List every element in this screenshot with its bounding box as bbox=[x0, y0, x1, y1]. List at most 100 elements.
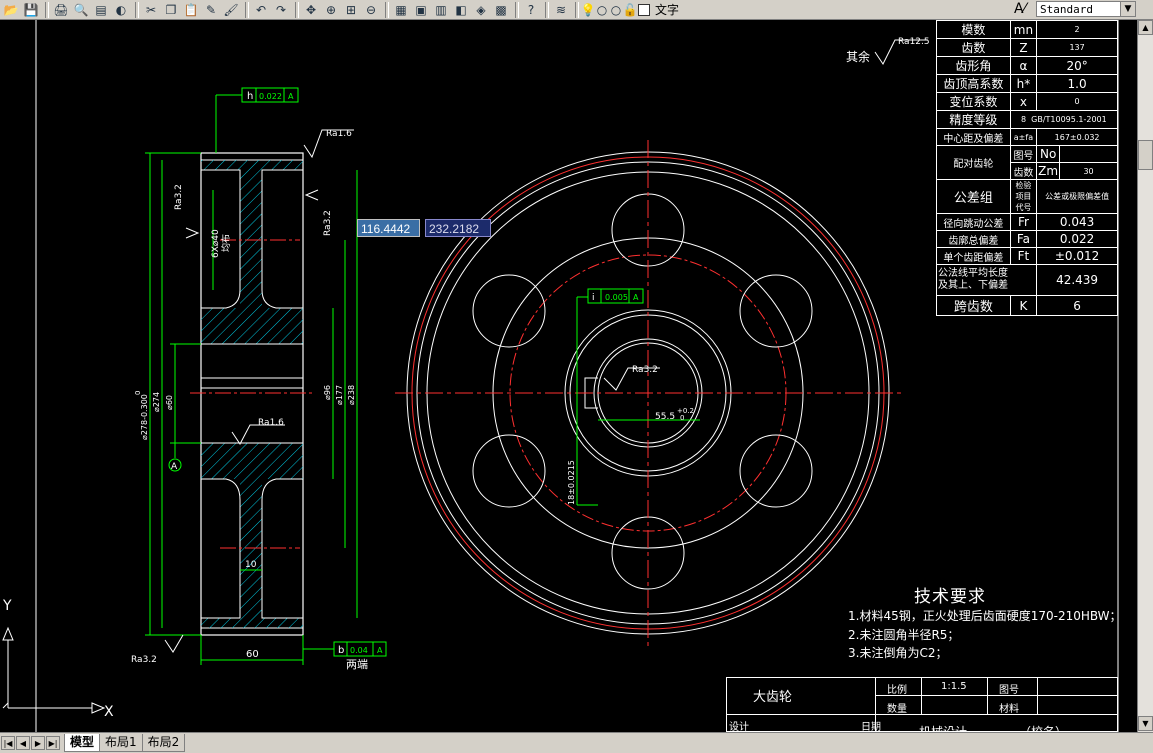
param-value: 6 bbox=[1036, 295, 1118, 316]
hatch-web-top bbox=[240, 170, 262, 308]
designcenter-icon[interactable]: ▣ bbox=[412, 1, 430, 18]
bulb-icon[interactable]: 💡 bbox=[581, 1, 596, 18]
properties-icon[interactable]: ▦ bbox=[392, 1, 410, 18]
dynamic-input-x[interactable]: 116.4442 bbox=[357, 219, 420, 237]
param-name: 径向跳动公差 bbox=[936, 213, 1011, 231]
plot-icon[interactable]: ◐ bbox=[112, 1, 130, 18]
text-style-icon[interactable]: A⁄ bbox=[1014, 1, 1026, 17]
param-symbol: Zm bbox=[1036, 162, 1061, 180]
calculator-icon[interactable]: ▩ bbox=[492, 1, 510, 18]
scroll-thumb[interactable] bbox=[1138, 140, 1153, 170]
part-name: 大齿轮 bbox=[753, 690, 793, 705]
gdt-i-symbol: i bbox=[592, 293, 595, 303]
markup-icon[interactable]: ◈ bbox=[472, 1, 490, 18]
scale-label: 比例 bbox=[887, 685, 907, 696]
rest-roughness-label: Ra12.5 bbox=[898, 37, 930, 47]
table-row: 精度等级 8 GB/T10095.1-2001 bbox=[936, 110, 1119, 129]
table-row: 中心距及偏差 a±fa 167±0.032 bbox=[936, 128, 1118, 146]
precision-standard: GB/T10095.1-2001 bbox=[1031, 115, 1107, 124]
pan-icon[interactable]: ✥ bbox=[302, 1, 320, 18]
sheetset-icon[interactable]: ◧ bbox=[452, 1, 470, 18]
table-row: 模数 mn 2 bbox=[936, 20, 1118, 39]
ucs-icon bbox=[2, 626, 106, 714]
toolbar-separator bbox=[385, 1, 389, 18]
scroll-up-icon[interactable]: ▲ bbox=[1138, 20, 1153, 35]
tb-divider bbox=[875, 695, 1117, 696]
param-value bbox=[1059, 145, 1118, 163]
print-icon[interactable]: 🖨 bbox=[52, 1, 70, 18]
scroll-down-icon[interactable]: ▼ bbox=[1138, 716, 1153, 731]
param-value: 0 bbox=[1036, 92, 1118, 111]
vertical-scrollbar[interactable]: ▲ ▼ bbox=[1137, 20, 1153, 732]
help-icon[interactable]: ? bbox=[522, 1, 540, 18]
layer-name[interactable]: 文字 bbox=[655, 1, 679, 18]
publish-icon[interactable]: ▤ bbox=[92, 1, 110, 18]
save-icon[interactable]: 💾 bbox=[22, 1, 40, 18]
param-value: 公差或极限偏差值 bbox=[1036, 179, 1118, 214]
roughness-symbol bbox=[185, 227, 200, 239]
param-value: 30 bbox=[1059, 162, 1118, 180]
param-name: 单个齿距偏差 bbox=[936, 247, 1011, 265]
undo-icon[interactable]: ↶ bbox=[252, 1, 270, 18]
web-outline bbox=[261, 169, 303, 309]
brush-icon[interactable]: ✎ bbox=[202, 1, 220, 18]
copy-icon[interactable]: ❐ bbox=[162, 1, 180, 18]
sun-icon[interactable]: ○ bbox=[596, 1, 608, 18]
roughness-label: Ra1.6 bbox=[258, 418, 284, 428]
param-value: 1.0 bbox=[1036, 74, 1118, 93]
designer-label: 设计 bbox=[729, 722, 749, 733]
first-tab-icon[interactable]: |◀ bbox=[1, 736, 15, 750]
param-value: 2 bbox=[1036, 20, 1118, 39]
toolpalette-icon[interactable]: ▥ bbox=[432, 1, 450, 18]
dim-diameter-177: ⌀177 bbox=[335, 385, 344, 405]
table-row: 齿形角 α 20° bbox=[936, 56, 1118, 75]
zoom-window-icon[interactable]: ⊞ bbox=[342, 1, 360, 18]
gdt-i-ref: A bbox=[633, 293, 639, 302]
zoom-realtime-icon[interactable]: ⊕ bbox=[322, 1, 340, 18]
dynamic-input-y[interactable]: 232.2182 bbox=[425, 219, 491, 237]
table-row: 径向跳动公差 Fr 0.043 bbox=[936, 213, 1118, 231]
next-tab-icon[interactable]: ▶ bbox=[31, 736, 45, 750]
param-value: 167±0.032 bbox=[1036, 128, 1118, 146]
tb-divider bbox=[1037, 678, 1038, 714]
match-icon[interactable]: 🖌 bbox=[222, 1, 240, 18]
open-icon[interactable]: 📂 bbox=[2, 1, 20, 18]
layer-color-swatch[interactable] bbox=[638, 3, 650, 16]
tab-layout1[interactable]: 布局1 bbox=[99, 734, 143, 752]
tab-layout2[interactable]: 布局2 bbox=[141, 734, 186, 752]
dim-diameter-274: ⌀274 bbox=[152, 392, 161, 412]
dim-diameter-278-tol: 0 bbox=[134, 391, 142, 395]
toolbar-separator bbox=[135, 1, 139, 18]
both-ends-label: 两端 bbox=[346, 658, 368, 671]
section-view: h 0.022 A b 0.04 A 两端 Ra1.6 Ra1.6 Ra3.2 … bbox=[131, 87, 387, 671]
last-tab-icon[interactable]: ▶| bbox=[46, 736, 60, 750]
front-view: i 0.005 A Ra3.2 55.5 +0.2 0 18±0.0215 bbox=[395, 140, 905, 650]
title-block: 大齿轮 比例 1:1.5 图号 数量 材料 设计 日期 机械设计 （校名） bbox=[726, 677, 1118, 739]
tb-divider bbox=[921, 678, 922, 714]
dim-60: 60 bbox=[246, 649, 259, 660]
material-label: 材料 bbox=[999, 704, 1019, 715]
holes-note: 6X⌀40 bbox=[211, 229, 221, 258]
paste-icon[interactable]: 📋 bbox=[182, 1, 200, 18]
param-name: 公差组 bbox=[936, 179, 1011, 214]
layer-icon[interactable]: ≋ bbox=[552, 1, 570, 18]
param-symbol: No bbox=[1036, 145, 1061, 163]
prev-tab-icon[interactable]: ◀ bbox=[16, 736, 30, 750]
param-name: 齿形角 bbox=[936, 56, 1011, 75]
param-sub-name: 齿数 bbox=[1009, 162, 1038, 180]
gdt-b-symbol: b bbox=[338, 645, 344, 656]
tab-model[interactable]: 模型 bbox=[64, 734, 101, 752]
param-name: 公法线平均长度 及其上、下偏差 bbox=[935, 264, 1038, 296]
gear-parameter-table: 模数 mn 2 齿数 Z 137 齿形角 α 20° 齿顶高系数 h* 1.0 … bbox=[935, 20, 1119, 316]
param-name: 齿顶高系数 bbox=[936, 74, 1011, 93]
param-symbol: x bbox=[1009, 92, 1038, 111]
zoom-previous-icon[interactable]: ⊖ bbox=[362, 1, 380, 18]
redo-icon[interactable]: ↷ bbox=[272, 1, 290, 18]
cut-icon[interactable]: ✂ bbox=[142, 1, 160, 18]
param-value-group: 8 GB/T10095.1-2001 bbox=[1009, 110, 1119, 129]
freeze-icon[interactable]: ○ bbox=[610, 1, 622, 18]
preview-icon[interactable]: 🔍 bbox=[72, 1, 90, 18]
lock-icon[interactable]: 🔓 bbox=[623, 1, 638, 18]
chevron-down-icon[interactable]: ▼ bbox=[1120, 1, 1136, 17]
param-name: 精度等级 bbox=[936, 110, 1011, 129]
